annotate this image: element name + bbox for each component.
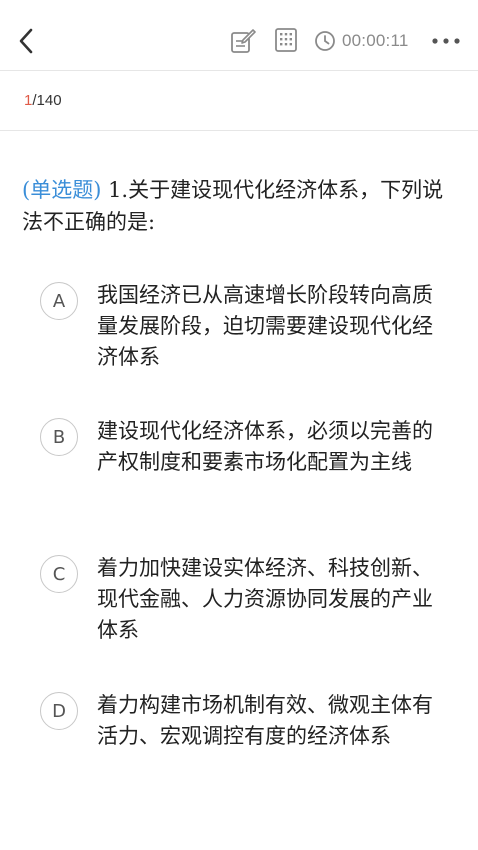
option-letter-circle: A <box>40 282 78 320</box>
option-d[interactable]: D 着力构建市场机制有效、微观主体有活力、宏观调控有度的经济体系 <box>40 690 460 784</box>
option-text: 建设现代化经济体系，必须以完善的产权制度和要素市场化配置为主线 <box>97 419 433 474</box>
option-b[interactable]: B 建设现代化经济体系，必须以完善的产权制度和要素市场化配置为主线 <box>40 416 460 510</box>
option-text: 我国经济已从高速增长阶段转向高质量发展阶段，迫切需要建设现代化经济体系 <box>97 283 433 369</box>
option-text: 着力构建市场机制有效、微观主体有活力、宏观调控有度的经济体系 <box>97 693 433 748</box>
question-stem: (单选题) 1.关于建设现代化经济体系，下列说法不正确的是: <box>22 174 462 238</box>
counter-divider <box>0 130 478 131</box>
question-counter: 1/140 <box>24 92 62 109</box>
option-c[interactable]: C 着力加快建设实体经济、科技创新、现代金融、人力资源协同发展的产业体系 <box>40 553 460 647</box>
option-a[interactable]: A 我国经济已从高速增长阶段转向高质量发展阶段，迫切需要建设现代化经济体系 <box>40 280 460 374</box>
timer: 00:00:11 <box>314 29 409 53</box>
more-icon[interactable] <box>428 28 464 54</box>
edit-note-icon[interactable] <box>229 27 257 55</box>
total-questions: /140 <box>32 92 62 109</box>
option-letter-circle: B <box>40 418 78 456</box>
timer-text: 00:00:11 <box>342 31 409 50</box>
top-bar: 00:00:11 <box>0 0 478 76</box>
option-letter-circle: D <box>40 692 78 730</box>
header-divider <box>0 70 478 71</box>
clock-icon <box>314 30 336 52</box>
answer-sheet-grid-icon[interactable] <box>273 27 299 53</box>
question-type-tag: (单选题) <box>22 178 102 202</box>
option-text: 着力加快建设实体经济、科技创新、现代金融、人力资源协同发展的产业体系 <box>97 556 433 642</box>
back-arrow-icon[interactable] <box>12 24 40 58</box>
option-letter-circle: C <box>40 555 78 593</box>
